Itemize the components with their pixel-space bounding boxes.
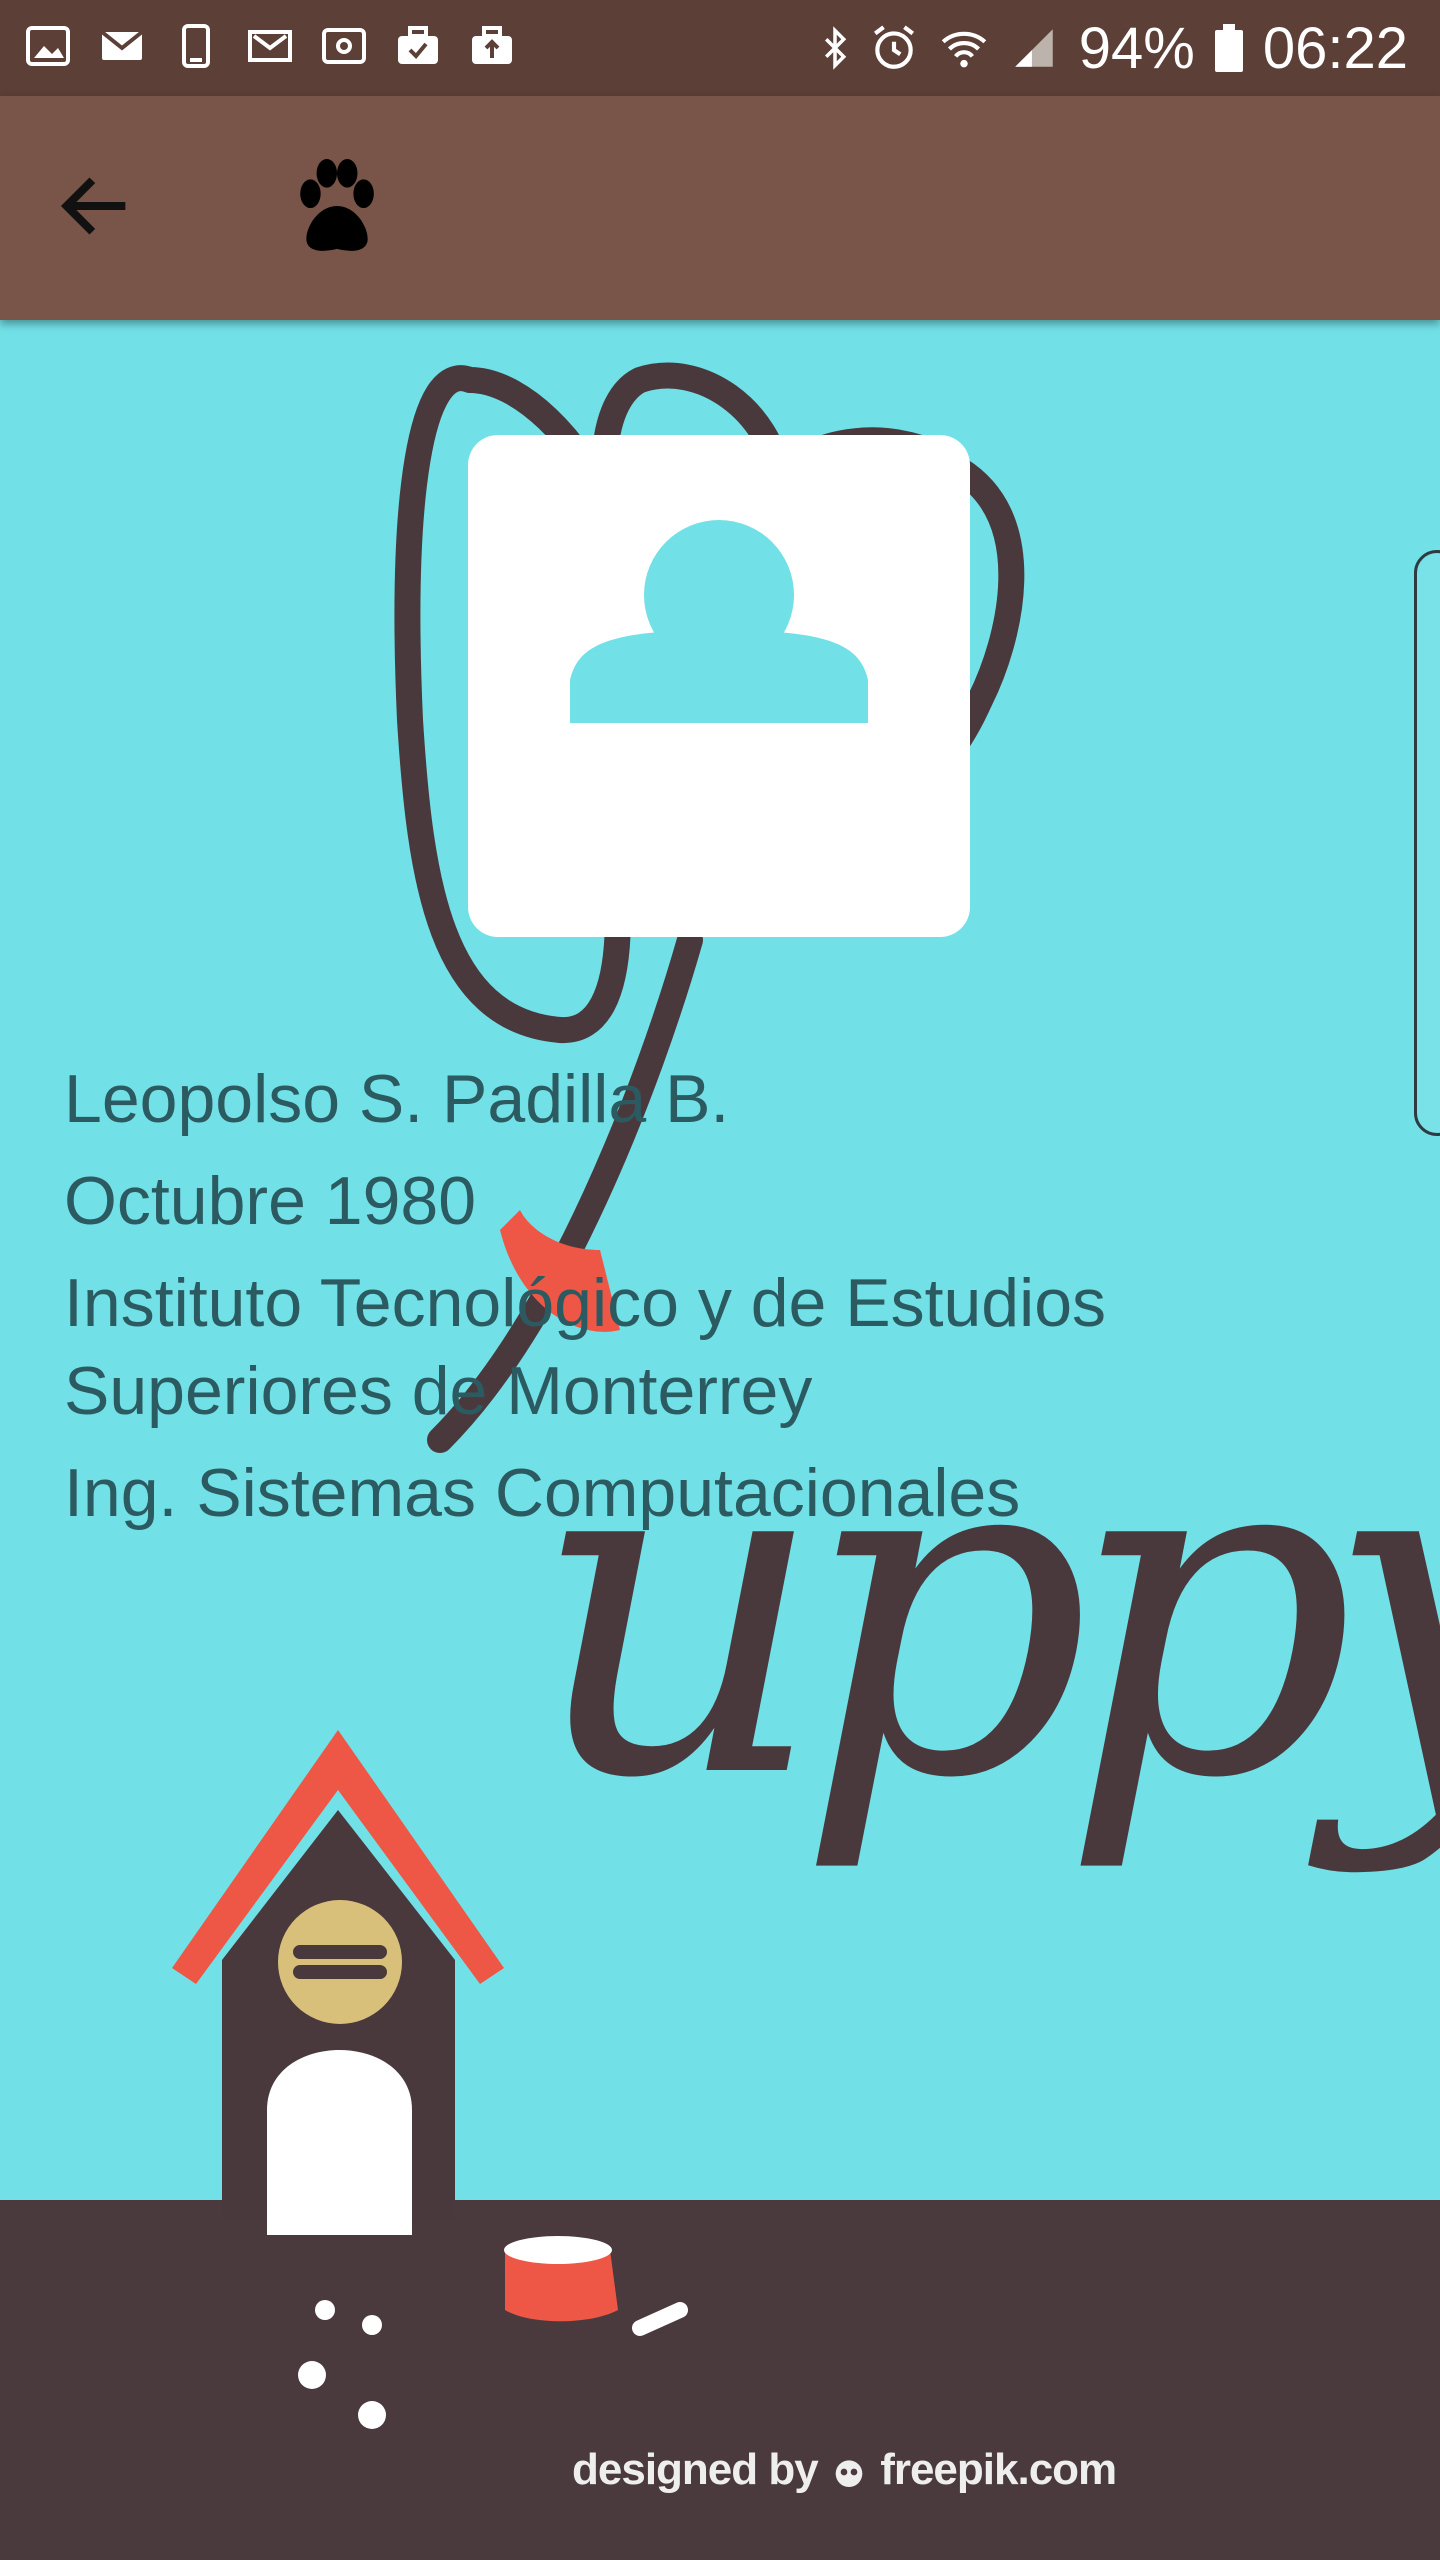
phone-notification-icon [182, 24, 210, 68]
freepik-logo-icon [829, 2452, 869, 2492]
mail-notification-icon [100, 30, 144, 60]
profile-avatar-placeholder [468, 435, 970, 937]
doghouse-bone-badge [278, 1900, 402, 2024]
ground [0, 2200, 1440, 2560]
back-button[interactable] [52, 162, 140, 250]
system-status: 94% 06:22 [821, 0, 1408, 96]
app-bar [0, 96, 1440, 320]
signal-icon [1015, 29, 1053, 67]
credit-prefix: designed by [572, 2445, 819, 2494]
alarm-icon [873, 25, 914, 69]
battery-icon [1214, 24, 1243, 72]
profile-screen: uppy Leopolso S. Padilla B. Octubre 1980… [0, 320, 1440, 2560]
bluetooth-icon [824, 26, 846, 70]
profile-info: Leopolso S. Padilla B. Octubre 1980 Inst… [64, 1055, 1364, 1551]
battery-percentage: 94% [1078, 15, 1195, 81]
profile-degree: Ing. Sistemas Computacionales [64, 1455, 1021, 1531]
clock: 06:22 [1262, 15, 1408, 81]
contact-avatar-icon [570, 520, 868, 723]
freepik-credit: designed by freepik.com [572, 2445, 1117, 2495]
arrow-left-icon [60, 177, 126, 235]
profile-institution: Instituto Tecnológico y de Estudios Supe… [64, 1265, 1107, 1429]
paw-icon [300, 158, 374, 251]
wifi-icon [941, 31, 986, 68]
notification-icons [24, 22, 516, 70]
edge-panel-handle[interactable] [1414, 550, 1440, 1136]
credit-site: freepik.com [880, 2445, 1117, 2494]
image-notification-icon [26, 26, 70, 66]
status-bar: 94% 06:22 [0, 0, 1440, 96]
email-at-notification-icon [322, 28, 366, 64]
profile-birth-date: Octubre 1980 [64, 1163, 477, 1239]
briefcase-upload-icon [472, 26, 512, 64]
gmail-notification-icon [248, 30, 292, 62]
doghouse-door [267, 2050, 412, 2235]
profile-name: Leopolso S. Padilla B. [64, 1061, 730, 1137]
briefcase-check-icon [398, 26, 438, 64]
